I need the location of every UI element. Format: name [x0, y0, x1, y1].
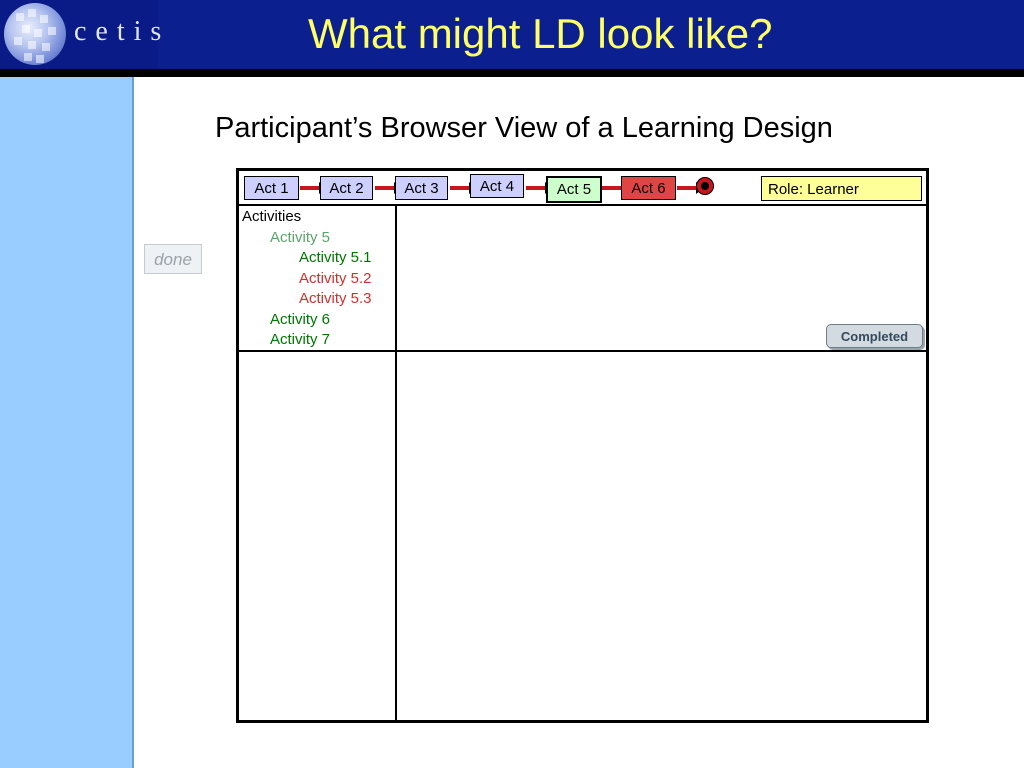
- tree-item-activity-7[interactable]: Activity 7: [242, 330, 372, 351]
- left-panel-border: [132, 77, 134, 768]
- tree-item-activity-5-2[interactable]: Activity 5.2: [242, 269, 372, 290]
- act-6-button[interactable]: Act 6: [621, 176, 676, 200]
- divider: [239, 204, 926, 206]
- done-button[interactable]: done: [144, 244, 202, 274]
- end-point-icon: [696, 177, 714, 195]
- activity-tree: Activities Activity 5 Activity 5.1 Activ…: [242, 207, 372, 351]
- arrow-icon: [526, 182, 553, 194]
- divider: [395, 206, 397, 720]
- tree-item-activity-5-3[interactable]: Activity 5.3: [242, 289, 372, 310]
- globe-icon: [4, 3, 66, 65]
- logo-text: cetis: [74, 16, 171, 47]
- arrow-icon: [677, 182, 704, 194]
- cetis-logo: cetis: [0, 0, 161, 69]
- tree-item-activity-5[interactable]: Activity 5: [242, 228, 372, 249]
- left-panel: [0, 77, 132, 768]
- tree-item-activity-6[interactable]: Activity 6: [242, 310, 372, 331]
- tree-root: Activities: [242, 208, 302, 225]
- arrow-icon: [300, 182, 327, 194]
- act-3-button[interactable]: Act 3: [395, 176, 448, 200]
- act-1-button[interactable]: Act 1: [244, 176, 299, 200]
- browser-view-frame: Act 1 Act 2 Act 3 Act 4 Act 5 Act 6 Role…: [236, 168, 929, 723]
- tree-item-activity-5-1[interactable]: Activity 5.1: [242, 248, 372, 269]
- header-divider: [0, 69, 1024, 77]
- arrow-icon: [450, 182, 477, 194]
- act-4-button[interactable]: Act 4: [470, 174, 524, 198]
- act-5-button[interactable]: Act 5: [546, 176, 602, 203]
- arrow-icon: [375, 182, 402, 194]
- slide-subtitle: Participant’s Browser View of a Learning…: [215, 112, 833, 144]
- role-label: Role: Learner: [761, 176, 922, 201]
- page-title: What might LD look like?: [308, 10, 773, 57]
- header-bar: cetis What might LD look like?: [0, 0, 1024, 69]
- completed-button[interactable]: Completed: [826, 324, 923, 348]
- act-2-button[interactable]: Act 2: [320, 176, 373, 200]
- arrow-icon: [602, 182, 629, 194]
